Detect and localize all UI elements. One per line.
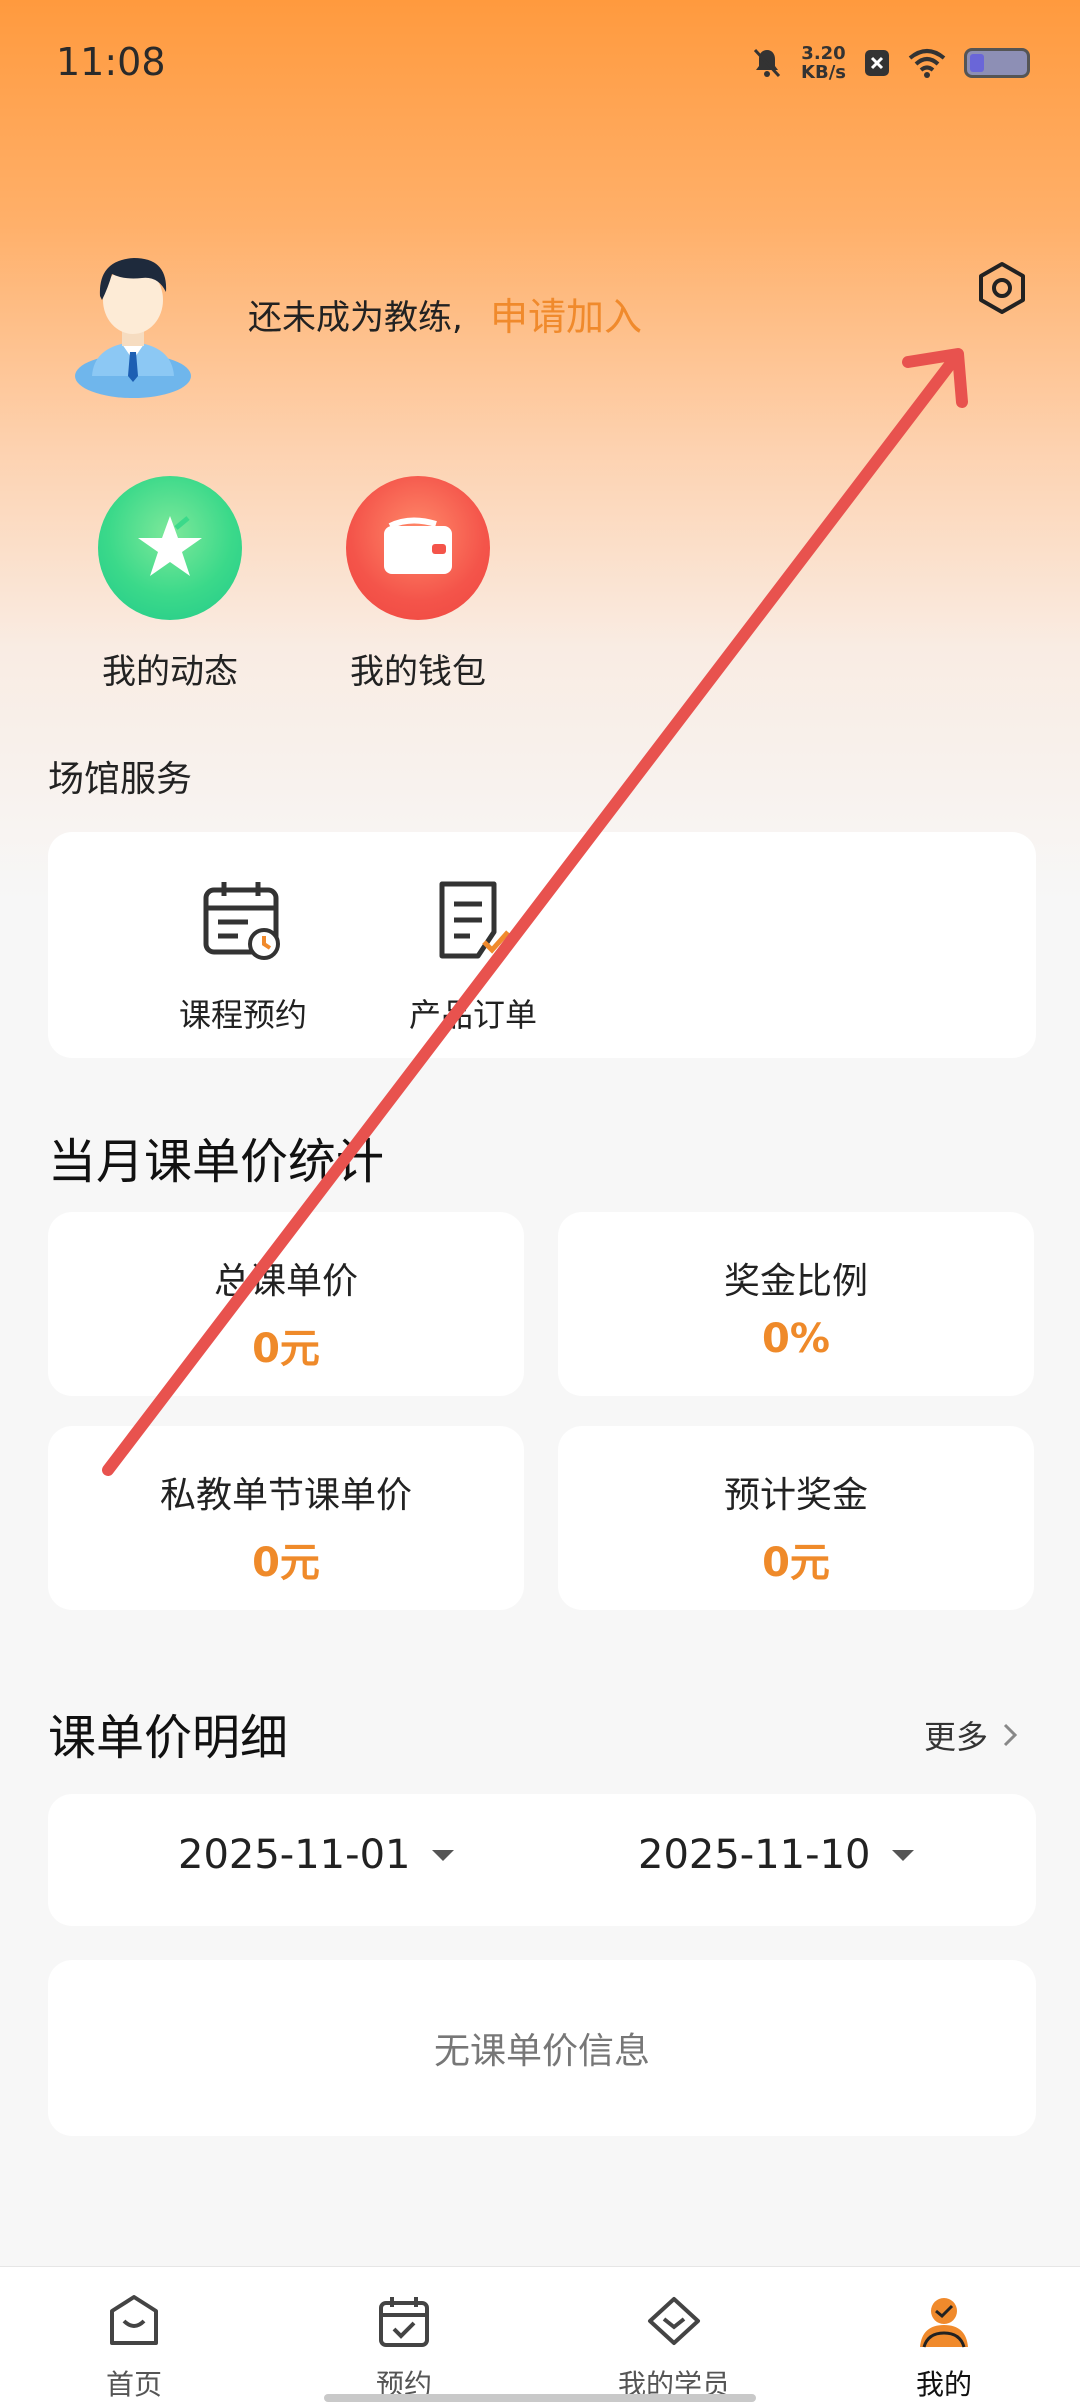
my-moments-label: 我的动态 (102, 652, 238, 692)
course-booking-label: 课程预约 (178, 996, 307, 1034)
avatar[interactable] (72, 248, 194, 398)
home-bag-icon (110, 2295, 158, 2345)
network-speed: 3.20 KB/s (801, 43, 846, 83)
stat-card-bonus-ratio: 奖金比例 0% (558, 1212, 1034, 1396)
home-indicator (324, 2394, 756, 2402)
more-link[interactable]: 更多 (924, 1712, 1018, 1758)
coach-status-text: 还未成为教练, (248, 298, 463, 338)
settings-icon[interactable] (972, 258, 1032, 318)
chevron-right-icon (1003, 1723, 1018, 1747)
stat-card-private-lesson-price: 私教单节课单价 0元 (48, 1426, 524, 1610)
start-date-value: 2025-11-01 (178, 1832, 411, 1878)
end-date-picker[interactable]: 2025-11-10 (638, 1832, 915, 1878)
order-list-icon (439, 881, 510, 959)
mute-bell-icon (753, 48, 781, 78)
product-orders-button[interactable]: 产品订单 (378, 876, 568, 1036)
stat-label: 总课单价 (213, 1261, 358, 1302)
user-icon (920, 2298, 968, 2348)
status-bar: 11:08 3.20 KB/s (0, 0, 1080, 120)
empty-state-card: 无课单价信息 (48, 1960, 1036, 2136)
stat-card-total-price: 总课单价 0元 (48, 1212, 524, 1396)
course-booking-button[interactable]: 课程预约 (148, 876, 338, 1036)
apply-join-link[interactable]: 申请加入 (490, 286, 642, 341)
nav-item-home[interactable]: 首页 (54, 2291, 214, 2403)
start-date-picker[interactable]: 2025-11-01 (178, 1832, 455, 1878)
stat-value: 0元 (252, 1540, 320, 1586)
my-moments-button[interactable]: 我的动态 (90, 476, 250, 693)
venue-services-card: 课程预约 产品订单 (48, 832, 1036, 1058)
status-time: 11:08 (56, 40, 166, 84)
more-label: 更多 (923, 1718, 988, 1756)
nav-item-booking[interactable]: 预约 (324, 2291, 484, 2403)
bottom-nav: 首页 预约 我的学员 我的 (0, 2266, 1080, 2408)
nav-label: 我的 (915, 2368, 972, 2401)
empty-state-text: 无课单价信息 (433, 2031, 650, 2072)
venue-services-title: 场馆服务 (48, 759, 193, 800)
stat-value: 0元 (762, 1540, 830, 1586)
stat-card-estimated-bonus: 预计奖金 0元 (558, 1426, 1034, 1610)
stat-value: 0元 (252, 1326, 320, 1372)
heart-diamond-icon (648, 2297, 700, 2345)
wifi-icon (908, 49, 946, 78)
caret-down-icon (432, 1849, 455, 1861)
nav-label: 首页 (105, 2368, 162, 2401)
wallet-icon (346, 476, 490, 620)
stat-label: 私教单节课单价 (159, 1475, 412, 1516)
app-notification-icon (865, 50, 889, 76)
nav-item-me[interactable]: 我的 (864, 2291, 1024, 2403)
monthly-stats-title: 当月课单价统计 (48, 1134, 385, 1190)
caret-down-icon (892, 1849, 915, 1861)
stat-value: 0% (762, 1316, 830, 1362)
calendar-check-icon (379, 2297, 429, 2347)
end-date-value: 2025-11-10 (638, 1832, 871, 1878)
price-detail-title: 课单价明细 (48, 1710, 289, 1766)
product-orders-label: 产品订单 (408, 996, 537, 1034)
date-range-card: 2025-11-01 2025-11-10 (48, 1794, 1036, 1926)
star-icon (98, 476, 242, 620)
stat-label: 奖金比例 (723, 1261, 868, 1302)
nav-item-my-students[interactable]: 我的学员 (594, 2291, 754, 2403)
calendar-clock-icon (203, 882, 280, 960)
my-wallet-button[interactable]: 我的钱包 (338, 476, 498, 693)
battery-icon (964, 48, 1030, 78)
my-wallet-label: 我的钱包 (350, 652, 486, 692)
status-icons: 3.20 KB/s (751, 38, 1030, 88)
stat-label: 预计奖金 (723, 1475, 868, 1516)
